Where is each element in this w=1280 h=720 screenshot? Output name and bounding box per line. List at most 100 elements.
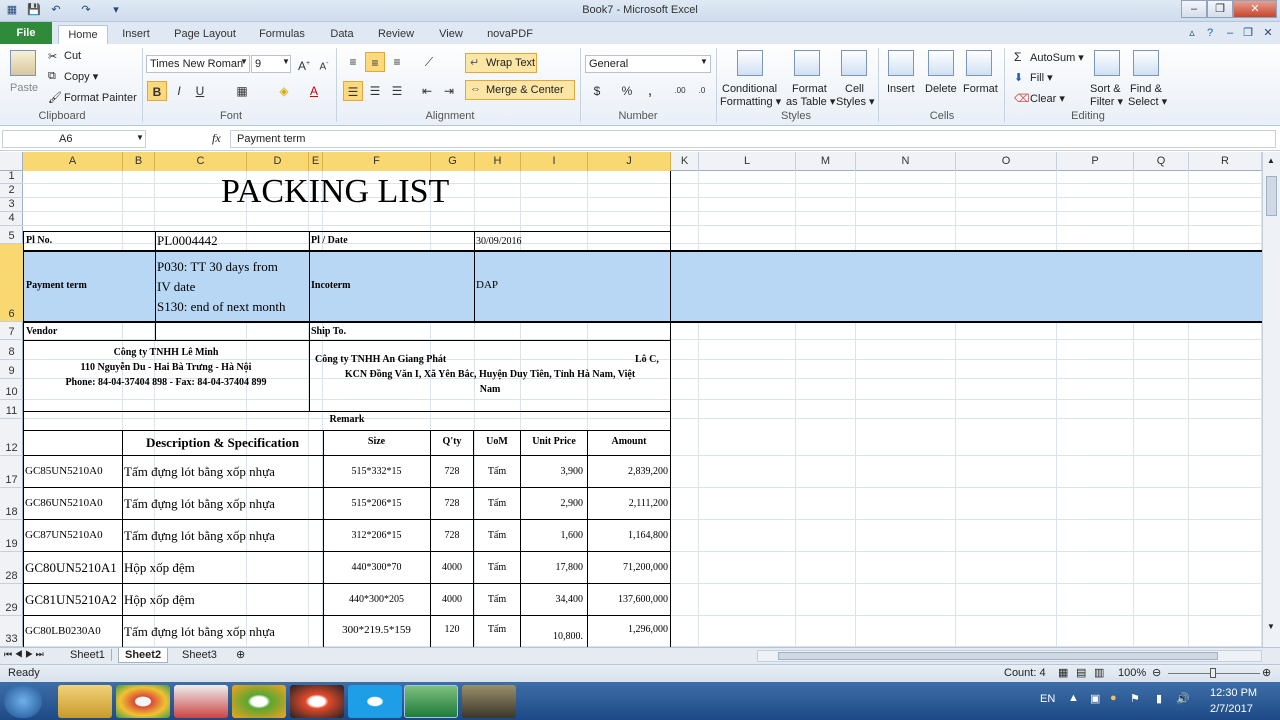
sheet-tab-1[interactable]: Sheet1 <box>64 649 112 661</box>
item-code[interactable]: GC86UN5210A0 <box>25 497 103 509</box>
doc-restore-icon[interactable]: ❐ <box>1240 26 1256 41</box>
row-header[interactable]: 11 <box>0 400 23 419</box>
column-header[interactable]: I <box>521 152 588 171</box>
row-header[interactable]: 10 <box>0 379 23 400</box>
item-size[interactable]: 312*206*15 <box>323 530 430 541</box>
align-middle-icon[interactable]: ≡ <box>365 52 385 72</box>
item-code[interactable]: GC87UN5210A0 <box>25 529 103 541</box>
help-icon[interactable]: ? <box>1202 26 1218 41</box>
item-size[interactable]: 300*219.5*159 <box>323 624 430 636</box>
item-code[interactable]: GC85UN5210A0 <box>25 465 103 477</box>
comma-style-icon[interactable]: , <box>640 81 660 101</box>
row-header[interactable]: 33 <box>0 616 23 647</box>
payment-term-label[interactable]: Payment term <box>26 280 87 291</box>
excel-taskbar-icon[interactable] <box>404 685 458 718</box>
sheet-tab-2[interactable]: Sheet2 <box>118 648 169 663</box>
bold-button[interactable]: B <box>147 81 167 101</box>
paste-icon[interactable] <box>10 50 36 76</box>
tab-insert[interactable]: Insert <box>114 25 158 44</box>
minimize-ribbon-icon[interactable]: ▵ <box>1184 26 1200 41</box>
item-unit-price[interactable]: 2,900 <box>521 498 584 509</box>
row-header[interactable]: 5 <box>0 226 23 244</box>
tab-novapdf[interactable]: novaPDF <box>484 25 536 44</box>
sheet-nav-icon[interactable]: ⏮ ◀ ▶ ⏭ <box>4 649 44 660</box>
item-qty[interactable]: 728 <box>431 498 473 509</box>
tray-flag-icon[interactable]: ⚑ <box>1130 692 1140 705</box>
item-description[interactable]: Tấm đựng lót bằng xốp nhựa <box>124 496 275 512</box>
tab-formulas[interactable]: Formulas <box>254 25 310 44</box>
column-header[interactable]: G <box>431 152 475 171</box>
cut-button[interactable]: Cut <box>64 50 81 62</box>
format-painter-button[interactable]: Format Painter <box>64 92 137 104</box>
item-amount[interactable]: 1,164,800 <box>588 530 668 541</box>
tray-app-icon[interactable]: ▣ <box>1090 692 1100 705</box>
paste-button[interactable]: Paste <box>10 82 38 94</box>
select-all-corner[interactable] <box>0 152 23 171</box>
copy-button[interactable]: Copy ▾ <box>64 70 98 83</box>
item-code[interactable]: GC80LB0230A0 <box>25 625 101 637</box>
item-qty[interactable]: 4000 <box>431 594 473 605</box>
language-indicator[interactable]: EN <box>1040 693 1055 705</box>
row-header[interactable]: 12 <box>0 419 23 456</box>
explorer-icon[interactable] <box>58 685 112 718</box>
row-header[interactable]: 1 <box>0 170 23 184</box>
row-header[interactable]: 17 <box>0 456 23 488</box>
fill-button[interactable]: Fill ▾ <box>1030 71 1053 84</box>
column-header[interactable]: Q <box>1134 152 1189 171</box>
item-uom[interactable]: Tấm <box>474 624 520 635</box>
column-header[interactable]: R <box>1189 152 1262 171</box>
page-break-view-icon[interactable]: ▥ <box>1094 666 1104 679</box>
fill-color-icon[interactable]: ◈ <box>274 81 294 101</box>
tab-home[interactable]: Home <box>58 25 108 44</box>
doc-minimize-icon[interactable]: – <box>1222 26 1238 41</box>
percent-icon[interactable]: % <box>617 81 637 101</box>
item-description[interactable]: Tấm đựng lót bằng xốp nhựa <box>124 528 275 544</box>
item-uom[interactable]: Tấm <box>474 466 520 477</box>
row-header[interactable]: 19 <box>0 520 23 552</box>
row-header[interactable]: 7 <box>0 322 23 340</box>
item-uom[interactable]: Tấm <box>474 562 520 573</box>
decrease-decimal-icon[interactable]: .0 <box>692 81 712 101</box>
autosum-button[interactable]: AutoSum ▾ <box>1030 51 1084 64</box>
sheet-tab-3[interactable]: Sheet3 <box>176 649 223 661</box>
column-header[interactable]: B <box>123 152 155 171</box>
new-sheet-icon[interactable]: ⊕ <box>236 648 245 661</box>
item-unit-price[interactable]: 34,400 <box>521 594 584 605</box>
format-as-table-label[interactable]: Format <box>792 83 827 95</box>
column-header[interactable]: O <box>956 152 1057 171</box>
app-icon[interactable] <box>174 685 228 718</box>
name-box[interactable]: A6 <box>2 130 146 148</box>
minimize-button[interactable]: – <box>1181 0 1207 18</box>
column-header[interactable]: L <box>699 152 796 171</box>
zoom-level[interactable]: 100% <box>1118 667 1146 679</box>
incoterm-value[interactable]: DAP <box>476 279 498 291</box>
column-header[interactable]: M <box>796 152 856 171</box>
row-header[interactable]: 2 <box>0 184 23 198</box>
sort-filter-label[interactable]: Sort & <box>1090 83 1121 95</box>
item-qty[interactable]: 120 <box>431 624 473 635</box>
payment-term-line-3[interactable]: S130: end of next month <box>157 299 286 315</box>
clock-date[interactable]: 2/7/2017 <box>1210 703 1253 715</box>
delete-cells-button[interactable]: Delete <box>925 83 957 95</box>
clock-time[interactable]: 12:30 PM <box>1210 687 1257 699</box>
close-button[interactable]: ✕ <box>1233 0 1277 18</box>
conditional-formatting-sub[interactable]: Formatting ▾ <box>720 95 781 108</box>
doc-close-icon[interactable]: ✕ <box>1260 26 1276 41</box>
item-unit-price[interactable]: 1,600 <box>521 530 584 541</box>
align-left-icon[interactable]: ☰ <box>343 81 363 101</box>
tab-file[interactable]: File <box>0 22 52 44</box>
row-header[interactable]: 8 <box>0 340 23 360</box>
item-qty[interactable]: 728 <box>431 530 473 541</box>
volume-icon[interactable]: 🔊 <box>1176 692 1190 705</box>
scroll-down-icon[interactable]: ▼ <box>1267 622 1275 631</box>
row-header[interactable]: 28 <box>0 552 23 584</box>
item-uom[interactable]: Tấm <box>474 498 520 509</box>
item-amount[interactable]: 137,600,000 <box>588 594 668 605</box>
row-header[interactable]: 9 <box>0 360 23 379</box>
item-size[interactable]: 515*206*15 <box>323 498 430 509</box>
zoom-slider-handle[interactable] <box>1210 668 1216 678</box>
item-uom[interactable]: Tấm <box>474 594 520 605</box>
vertical-scrollbar[interactable]: ▼ ▲ <box>1262 152 1280 647</box>
formula-input[interactable]: Payment term <box>230 130 1276 148</box>
hscroll-thumb[interactable] <box>778 652 1218 660</box>
